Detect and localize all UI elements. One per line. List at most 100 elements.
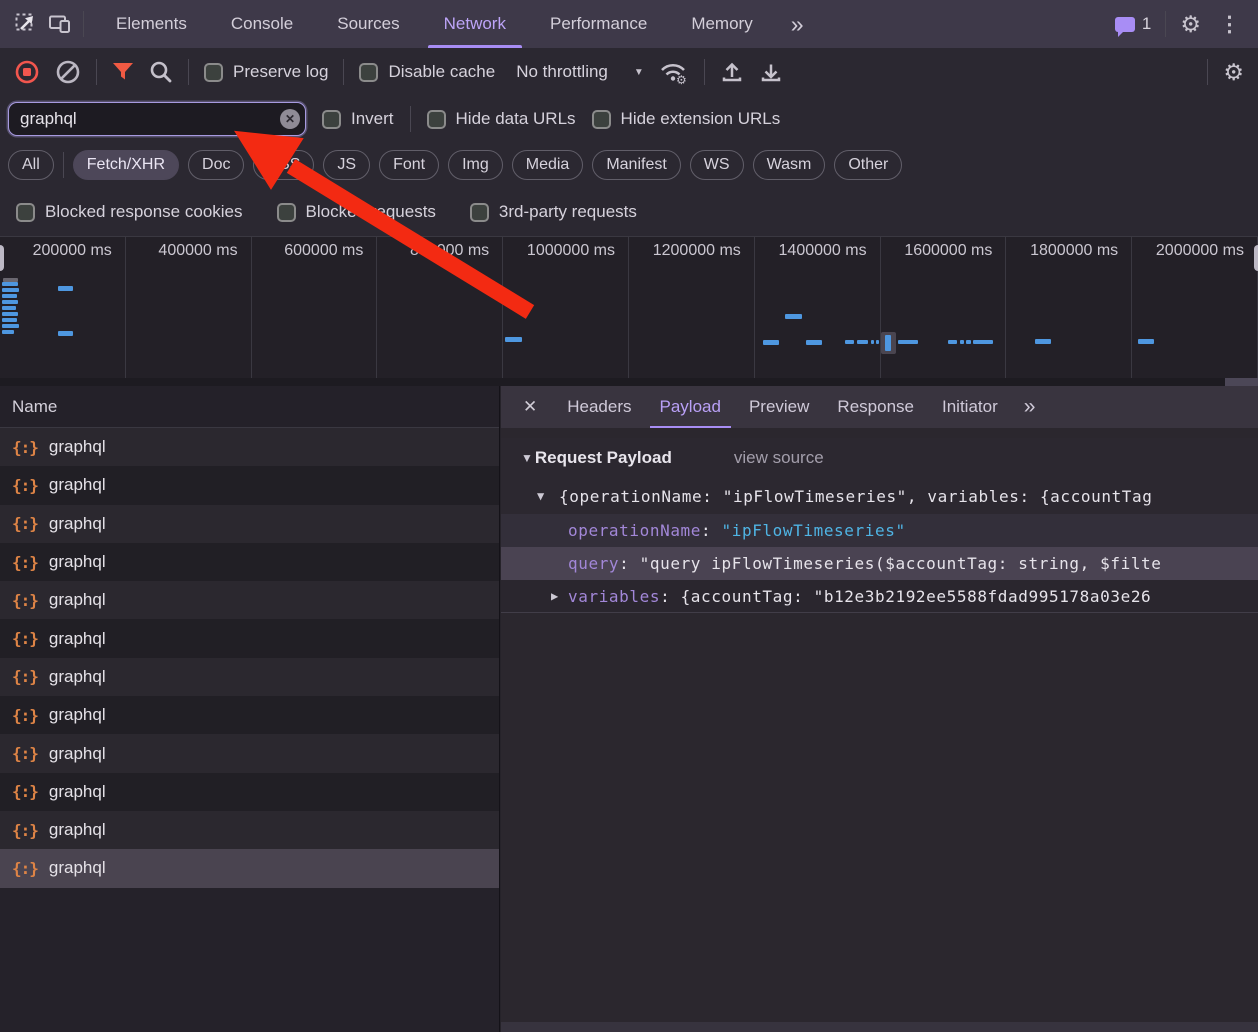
- waterfall-bar[interactable]: [898, 340, 918, 344]
- overview-left-handle[interactable]: [0, 245, 4, 271]
- name-column-header[interactable]: Name: [0, 386, 499, 428]
- detail-tab-response[interactable]: Response: [823, 386, 928, 428]
- view-source-link[interactable]: view source: [734, 448, 824, 468]
- waterfall-bar[interactable]: [2, 312, 18, 316]
- collapse-triangle-icon[interactable]: ▼: [537, 489, 545, 503]
- waterfall-bar[interactable]: [960, 340, 964, 344]
- detail-tab-initiator[interactable]: Initiator: [928, 386, 1012, 428]
- chip-other[interactable]: Other: [834, 150, 902, 180]
- waterfall-bar[interactable]: [857, 340, 868, 344]
- request-row[interactable]: {:}graphql: [0, 543, 499, 581]
- chip-fetchxhr[interactable]: Fetch/XHR: [73, 150, 179, 180]
- waterfall-bar[interactable]: [2, 324, 19, 328]
- request-row[interactable]: {:}graphql: [0, 849, 499, 887]
- payload-row[interactable]: query: "query ipFlowTimeseries($accountT…: [501, 547, 1258, 580]
- waterfall-bar[interactable]: [876, 340, 879, 344]
- console-messages-button[interactable]: 1: [1115, 14, 1151, 34]
- request-row[interactable]: {:}graphql: [0, 581, 499, 619]
- network-settings-gear-icon[interactable]: ⚙: [1223, 59, 1244, 86]
- network-conditions-icon[interactable]: ⚙: [659, 59, 689, 85]
- payload-row[interactable]: ▶variables: {accountTag: "b12e3b2192ee55…: [501, 580, 1258, 613]
- import-har-icon[interactable]: [720, 60, 744, 84]
- tab-elements[interactable]: Elements: [94, 0, 209, 48]
- search-icon[interactable]: [149, 60, 173, 84]
- chip-wasm[interactable]: Wasm: [753, 150, 826, 180]
- detail-tab-payload[interactable]: Payload: [646, 386, 735, 428]
- waterfall-bar[interactable]: [885, 335, 891, 351]
- chip-css[interactable]: CSS: [253, 150, 314, 180]
- chip-img[interactable]: Img: [448, 150, 503, 180]
- network-overview-timeline[interactable]: 200000 ms400000 ms600000 ms800000 ms1000…: [0, 236, 1258, 378]
- tab-console[interactable]: Console: [209, 0, 315, 48]
- clear-filter-icon[interactable]: ✕: [280, 109, 300, 129]
- request-row[interactable]: {:}graphql: [0, 773, 499, 811]
- request-row[interactable]: {:}graphql: [0, 811, 499, 849]
- tab-network[interactable]: Network: [422, 0, 528, 48]
- waterfall-bar[interactable]: [966, 340, 971, 344]
- chip-media[interactable]: Media: [512, 150, 584, 180]
- chip-ws[interactable]: WS: [690, 150, 744, 180]
- chip-font[interactable]: Font: [379, 150, 439, 180]
- waterfall-bar[interactable]: [1035, 339, 1051, 344]
- waterfall-bar[interactable]: [2, 306, 16, 310]
- waterfall-bar[interactable]: [871, 340, 874, 344]
- waterfall-bar[interactable]: [785, 314, 802, 319]
- more-detail-tabs-icon[interactable]: »: [1016, 395, 1042, 419]
- detail-tab-preview[interactable]: Preview: [735, 386, 823, 428]
- waterfall-bar[interactable]: [2, 288, 19, 292]
- overview-scroll-strip[interactable]: [0, 378, 1258, 386]
- waterfall-bar[interactable]: [58, 331, 73, 336]
- waterfall-bar[interactable]: [2, 294, 17, 298]
- waterfall-bar[interactable]: [763, 340, 779, 345]
- more-panels-icon[interactable]: »: [785, 11, 808, 38]
- filter-funnel-icon[interactable]: [112, 62, 134, 82]
- overview-right-handle[interactable]: [1254, 245, 1258, 271]
- -rd-party-requests-checkbox[interactable]: 3rd-party requests: [470, 202, 637, 222]
- blocked-response-cookies-checkbox[interactable]: Blocked response cookies: [16, 202, 243, 222]
- inspect-element-icon[interactable]: [14, 12, 38, 36]
- waterfall-bar[interactable]: [948, 340, 957, 344]
- settings-gear-icon[interactable]: ⚙: [1180, 11, 1201, 38]
- export-har-icon[interactable]: [759, 60, 783, 84]
- tab-memory[interactable]: Memory: [669, 0, 774, 48]
- request-row[interactable]: {:}graphql: [0, 658, 499, 696]
- preserve-log-checkbox[interactable]: Preserve log: [204, 62, 328, 82]
- waterfall-bar[interactable]: [2, 300, 18, 304]
- hide-data-urls-checkbox[interactable]: Hide data URLs: [427, 109, 576, 129]
- kebab-menu-icon[interactable]: ⋮: [1215, 12, 1244, 37]
- waterfall-bar[interactable]: [973, 340, 993, 344]
- request-row[interactable]: {:}graphql: [0, 428, 499, 466]
- throttling-dropdown[interactable]: No throttling ▼: [516, 62, 644, 82]
- waterfall-bar[interactable]: [2, 318, 17, 322]
- waterfall-bar[interactable]: [2, 330, 14, 334]
- blocked-requests-checkbox[interactable]: Blocked requests: [277, 202, 436, 222]
- invert-checkbox[interactable]: Invert: [322, 109, 394, 129]
- request-row[interactable]: {:}graphql: [0, 619, 499, 657]
- request-row[interactable]: {:}graphql: [0, 696, 499, 734]
- expand-triangle-icon[interactable]: ▶: [551, 589, 559, 603]
- chip-doc[interactable]: Doc: [188, 150, 244, 180]
- payload-row[interactable]: operationName: "ipFlowTimeseries": [501, 514, 1258, 547]
- device-toolbar-icon[interactable]: [48, 12, 73, 36]
- waterfall-bar[interactable]: [806, 340, 822, 345]
- detail-tab-headers[interactable]: Headers: [553, 386, 645, 428]
- close-icon[interactable]: ✕: [511, 397, 549, 417]
- filter-input[interactable]: [8, 102, 306, 136]
- waterfall-bar[interactable]: [2, 282, 18, 286]
- disable-cache-checkbox[interactable]: Disable cache: [359, 62, 495, 82]
- payload-row[interactable]: ▼{operationName: "ipFlowTimeseries", var…: [501, 478, 1258, 514]
- waterfall-bar[interactable]: [1138, 339, 1154, 344]
- record-network-log-icon[interactable]: [14, 59, 40, 85]
- hide-extension-urls-checkbox[interactable]: Hide extension URLs: [592, 109, 781, 129]
- request-row[interactable]: {:}graphql: [0, 734, 499, 772]
- collapse-triangle-icon[interactable]: ▼: [521, 451, 533, 465]
- waterfall-bar[interactable]: [505, 337, 522, 342]
- clear-network-log-icon[interactable]: [55, 59, 81, 85]
- request-row[interactable]: {:}graphql: [0, 505, 499, 543]
- chip-js[interactable]: JS: [323, 150, 370, 180]
- waterfall-bar[interactable]: [845, 340, 854, 344]
- tab-performance[interactable]: Performance: [528, 0, 669, 48]
- request-row[interactable]: {:}graphql: [0, 466, 499, 504]
- chip-all[interactable]: All: [8, 150, 54, 180]
- chip-manifest[interactable]: Manifest: [592, 150, 680, 180]
